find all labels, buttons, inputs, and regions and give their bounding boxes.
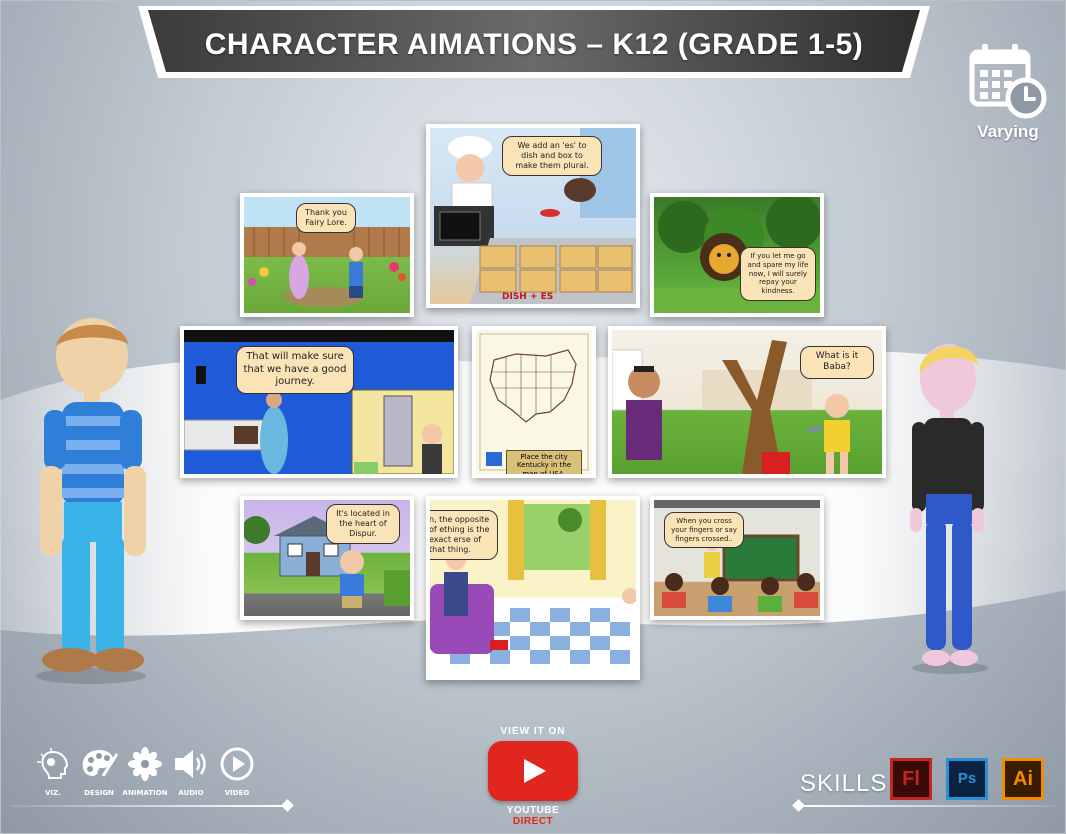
photoshop-icon: Ps [946, 758, 988, 800]
flash-icon: Fl [890, 758, 932, 800]
tool-label: DESIGN [84, 789, 114, 797]
schedule-label: Varying [977, 122, 1039, 141]
tool-row: VIZ. DESIGN ANIMATION AUDIO VIDEO [28, 746, 268, 806]
thumbnail-map[interactable]: Place the city Kentucky in the map of US… [472, 326, 596, 478]
thumbnail-caption: Thank you Fairy Lore. [296, 203, 356, 233]
play-circle-icon [219, 747, 255, 786]
schedule-badge: Varying [966, 42, 1050, 152]
woman-character [910, 344, 988, 674]
divider-left [12, 805, 288, 807]
tool-viz: VIZ. [28, 746, 78, 797]
youtube-label: YOUTUBE [506, 805, 560, 816]
thumbnail-footer: DISH + ES [502, 292, 554, 302]
tool-label: VIDEO [224, 789, 250, 797]
youtube-link[interactable]: VIEW IT ON YOUTUBE DIRECT [486, 726, 580, 827]
flower-animation-icon [127, 747, 163, 786]
tool-video: VIDEO [212, 746, 262, 797]
palette-icon [79, 750, 119, 786]
thumbnail-caption: We add an 'es' to dish and box to make t… [502, 136, 602, 176]
thumbnail-caption: What is it Baba? [800, 346, 874, 379]
thumbnail-caption: That will make sure that we have a good … [236, 346, 354, 394]
thumbnail-journey[interactable]: That will make sure that we have a good … [180, 326, 458, 478]
speaker-icon [171, 750, 211, 786]
tool-audio: AUDIO [166, 746, 216, 797]
thumbnail-house[interactable]: It's located in the heart of Dispur. [240, 496, 414, 620]
thumbnail-chef[interactable]: We add an 'es' to dish and box to make t… [426, 124, 640, 308]
tool-design: DESIGN [74, 746, 124, 797]
page-title: CHARACTER AIMATIONS – K12 (GRADE 1-5) [204, 28, 864, 61]
tool-label: AUDIO [178, 789, 204, 797]
thumbnail-caption: It's located in the heart of Dispur. [326, 504, 400, 544]
tool-label: VIZ. [45, 789, 61, 797]
thumbnail-caption: n, the opposite of ething is the exact e… [430, 510, 498, 560]
youtube-highlight: DIRECT [512, 816, 554, 827]
thumbnail-opposite[interactable]: n, the opposite of ething is the exact e… [426, 496, 640, 680]
title-banner: CHARACTER AIMATIONS – K12 (GRADE 1-5) [138, 6, 930, 78]
thumbnail-tree[interactable]: What is it Baba? [608, 326, 886, 478]
thumbnail-caption: When you cross your fingers or say finge… [664, 512, 744, 549]
tool-animation: ANIMATION [120, 746, 170, 797]
youtube-play-icon[interactable] [488, 741, 578, 801]
thumbnail-lion[interactable]: If you let me go and spare my life now, … [650, 193, 824, 317]
boy-character [36, 318, 146, 684]
divider-right [798, 805, 1056, 807]
skills-label: SKILLS [800, 770, 888, 797]
thumbnail-caption: Place the city Kentucky in the map of US… [506, 450, 582, 474]
thumbnail-fairy[interactable]: Thank you Fairy Lore. [240, 193, 414, 317]
youtube-top-label: VIEW IT ON [500, 726, 566, 737]
tool-label: ANIMATION [122, 789, 168, 797]
youtube-bottom-label: YOUTUBE DIRECT [486, 805, 580, 827]
thumbnail-caption: If you let me go and spare my life now, … [740, 247, 816, 301]
lightbulb-head-icon [35, 748, 71, 786]
illustrator-icon: Ai [1002, 758, 1044, 800]
thumbnail-classroom[interactable]: When you cross your fingers or say finge… [650, 496, 824, 620]
